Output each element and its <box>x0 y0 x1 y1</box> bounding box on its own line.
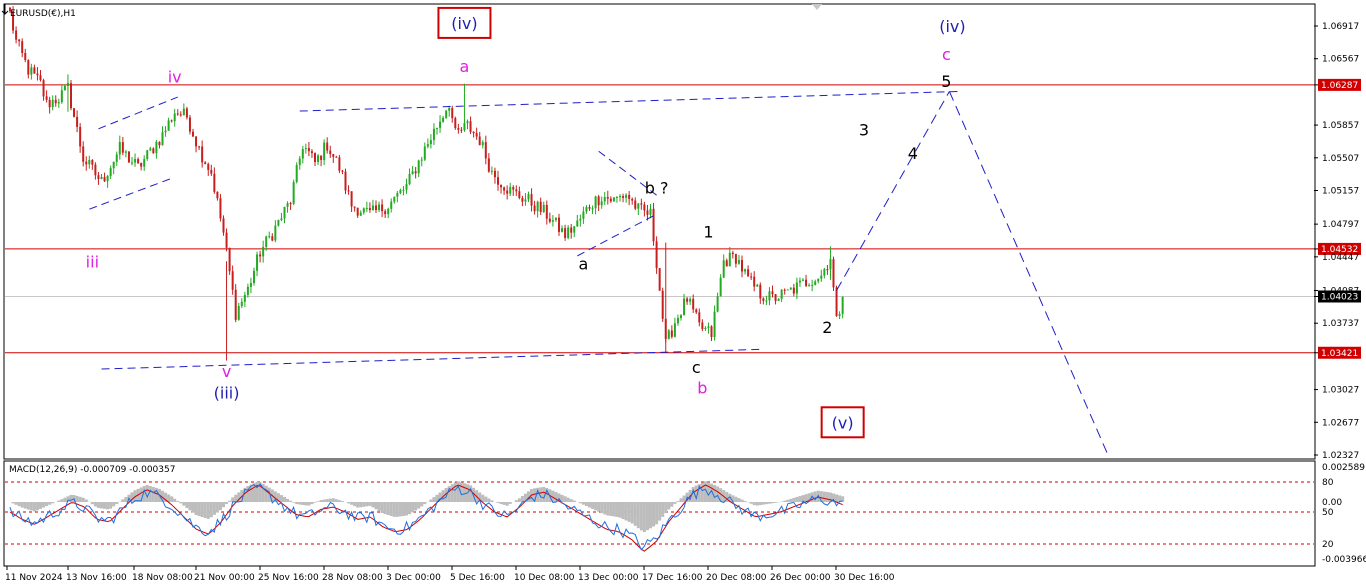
macd-axis-tick: 80 <box>1322 478 1334 488</box>
candle <box>652 202 655 246</box>
candle <box>667 328 670 340</box>
candle <box>661 287 664 323</box>
candle <box>454 116 457 130</box>
candle <box>786 289 789 291</box>
wave-label: c <box>942 45 951 64</box>
candle <box>70 79 72 111</box>
time-tick-text: 20 Dec 08:00 <box>706 573 767 583</box>
candle <box>228 247 231 275</box>
time-tick-text: 5 Dec 16:00 <box>450 573 505 583</box>
wave-label-text: 5 <box>941 72 951 91</box>
time-tick-text: 3 Dec 00:00 <box>386 573 441 583</box>
wave-label-text: 4 <box>908 144 918 163</box>
candle <box>234 284 237 323</box>
price-tick-text: 1.03027 <box>1322 386 1359 396</box>
wave-label-text: (v) <box>832 413 854 432</box>
candle <box>277 219 280 227</box>
macd-axis-tick: 20 <box>1322 540 1334 550</box>
price-tag-text: 1.03421 <box>1321 349 1358 359</box>
time-tick-text: 11 Nov 2024 <box>5 573 63 583</box>
chart-window: (iv) a iv iii v (iii) b ? a 1 c b 2 3 4 (iv) c 5 (v) 1.06… <box>0 0 1366 588</box>
wave-label-text: v <box>222 362 231 381</box>
symbol-label: EURUSD(€),H1 <box>10 9 76 19</box>
wave-label: 2 <box>822 318 832 337</box>
candle <box>295 162 298 184</box>
wave-label: iv <box>168 67 182 86</box>
price-tick-text: 1.06917 <box>1322 22 1359 32</box>
price-tick-text: 1.05857 <box>1322 121 1359 131</box>
wave-label: iii <box>86 253 99 272</box>
wave-label-text: 3 <box>859 121 869 140</box>
price-tick-text: 1.03737 <box>1322 319 1359 329</box>
wave-label-text: iii <box>86 253 99 272</box>
candle <box>344 168 347 195</box>
candle <box>127 151 130 163</box>
wave-label: 3 <box>859 121 869 140</box>
wave-label: a <box>460 57 470 76</box>
macd-axis-tick: 50 <box>1322 508 1334 518</box>
candle <box>832 256 835 292</box>
wave-label: b ? <box>645 179 669 198</box>
time-tick-text: 18 Nov 08:00 <box>132 573 193 583</box>
wave-label: (iv) <box>939 17 965 36</box>
wave-label-text: a <box>460 57 470 76</box>
wave-label: 1 <box>703 223 713 242</box>
wave-label: a <box>578 254 588 273</box>
time-tick-text: 25 Nov 16:00 <box>258 573 319 583</box>
time-tick-text: 13 Dec 00:00 <box>578 573 639 583</box>
time-tick-text: 30 Dec 16:00 <box>834 573 895 583</box>
wave-label-text: (iii) <box>214 383 240 402</box>
price-tag-text: 1.04023 <box>1321 292 1358 302</box>
macd-axis-tick: -0.003966 <box>1322 555 1366 565</box>
wave-label: 5 <box>941 72 951 91</box>
candle <box>612 196 615 202</box>
wave-label: (iii) <box>214 383 240 402</box>
price-tick-text: 1.02327 <box>1322 451 1359 461</box>
macd-axis-tick: 0.00 <box>1322 498 1342 508</box>
wave-label-text: 1 <box>703 223 713 242</box>
wave-label-text: c <box>942 45 951 64</box>
wave-label-text: a <box>578 254 588 273</box>
wave-label-text: b ? <box>645 179 669 198</box>
wave-label-text: (iv) <box>451 14 477 33</box>
price-tick: 1.06287 <box>1314 78 1361 91</box>
wave-label: v <box>222 362 231 381</box>
wave-label-text: iv <box>168 67 182 86</box>
time-tick-text: 28 Nov 08:00 <box>322 573 383 583</box>
candle <box>188 114 191 135</box>
candle <box>445 109 448 120</box>
price-tag-text: 1.06287 <box>1321 81 1358 91</box>
candle <box>658 268 661 291</box>
wave-label-text: 2 <box>822 318 832 337</box>
price-tick-text: 1.05157 <box>1322 186 1359 196</box>
time-tick-text: 21 Nov 00:00 <box>194 573 255 583</box>
wave-label: c <box>692 358 701 377</box>
price-tick-text: 1.04447 <box>1322 253 1359 263</box>
price-tick: 1.03421 <box>1314 346 1361 359</box>
price-tick-text: 1.04797 <box>1322 220 1359 230</box>
wave-label: 4 <box>908 144 918 163</box>
price-tick-text: 1.06567 <box>1322 55 1359 65</box>
time-tick-text: 13 Nov 16:00 <box>66 573 127 583</box>
candle <box>73 108 76 118</box>
chart-canvas: (iv)aiviiiv(iii)b ?a1cb234(iv)c5(v) 1.06… <box>0 0 1366 588</box>
price-tick-text: 1.05507 <box>1322 154 1359 164</box>
wave-label-text: b <box>697 379 707 398</box>
candle <box>338 154 341 174</box>
time-tick-text: 26 Dec 00:00 <box>770 573 831 583</box>
price-tick-text: 1.02677 <box>1322 418 1359 428</box>
price-tick: 1.04023 <box>1314 290 1361 303</box>
macd-label: MACD(12,26,9) -0.000709 -0.000357 <box>9 465 175 475</box>
time-tick-text: 10 Dec 08:00 <box>514 573 575 583</box>
time-tick-text: 17 Dec 16:00 <box>642 573 703 583</box>
macd-axis-tick: 0.002589 <box>1322 463 1365 473</box>
wave-label: b <box>697 379 707 398</box>
wave-label-text: c <box>692 358 701 377</box>
wave-label-text: (iv) <box>939 17 965 36</box>
candle <box>292 179 295 206</box>
